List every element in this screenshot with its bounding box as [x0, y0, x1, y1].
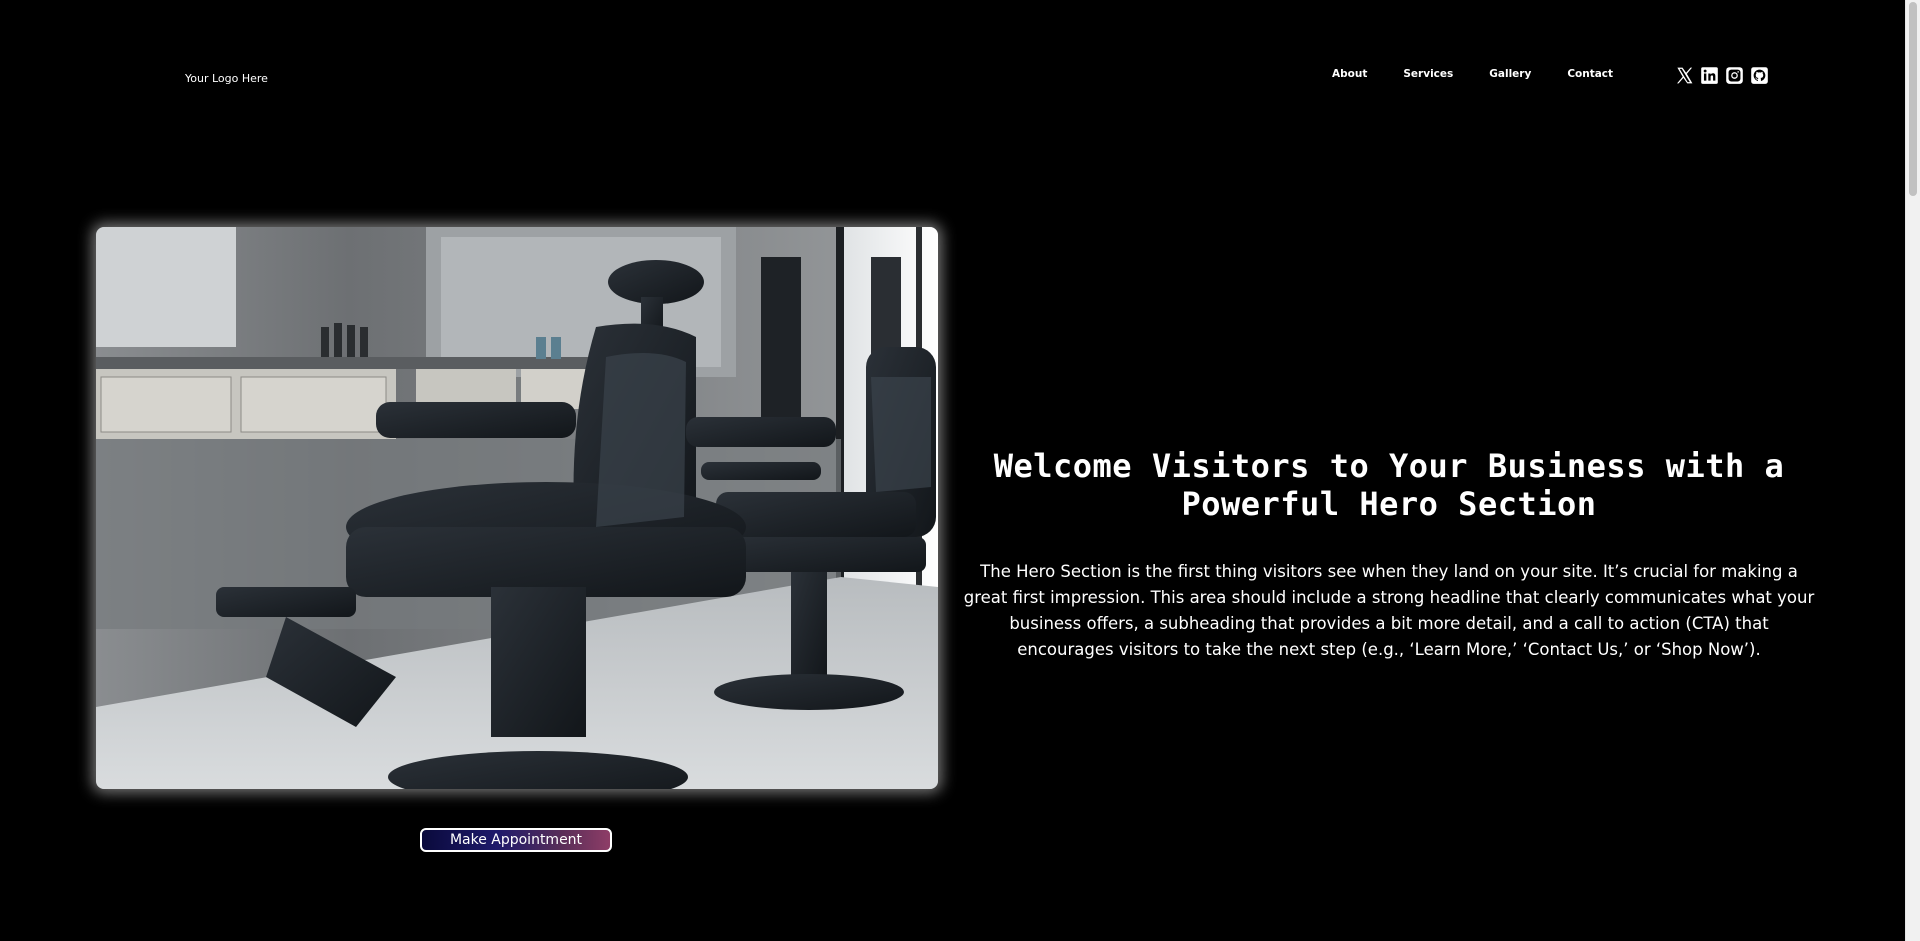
- page: Your Logo Here About Services Gallery Co…: [0, 0, 1905, 941]
- social-links: [1675, 66, 1769, 85]
- hero-text-block: Welcome Visitors to Your Business with a…: [960, 447, 1818, 663]
- logo-text[interactable]: Your Logo Here: [185, 72, 268, 86]
- make-appointment-button[interactable]: Make Appointment: [420, 828, 612, 852]
- scrollbar-thumb[interactable]: [1909, 2, 1917, 196]
- hero-image-barbershop: [96, 227, 938, 789]
- vertical-scrollbar[interactable]: [1905, 0, 1920, 941]
- nav-services[interactable]: Services: [1403, 67, 1453, 81]
- main-nav: About Services Gallery Contact: [1332, 67, 1649, 81]
- instagram-icon[interactable]: [1725, 66, 1744, 85]
- hero-title: Welcome Visitors to Your Business with a…: [993, 447, 1785, 523]
- x-twitter-icon[interactable]: [1675, 66, 1694, 85]
- linkedin-icon[interactable]: [1700, 66, 1719, 85]
- hero-subtitle: The Hero Section is the first thing visi…: [963, 562, 1815, 659]
- nav-about[interactable]: About: [1332, 67, 1367, 81]
- github-icon[interactable]: [1750, 66, 1769, 85]
- nav-contact[interactable]: Contact: [1567, 67, 1613, 81]
- nav-gallery[interactable]: Gallery: [1489, 67, 1531, 81]
